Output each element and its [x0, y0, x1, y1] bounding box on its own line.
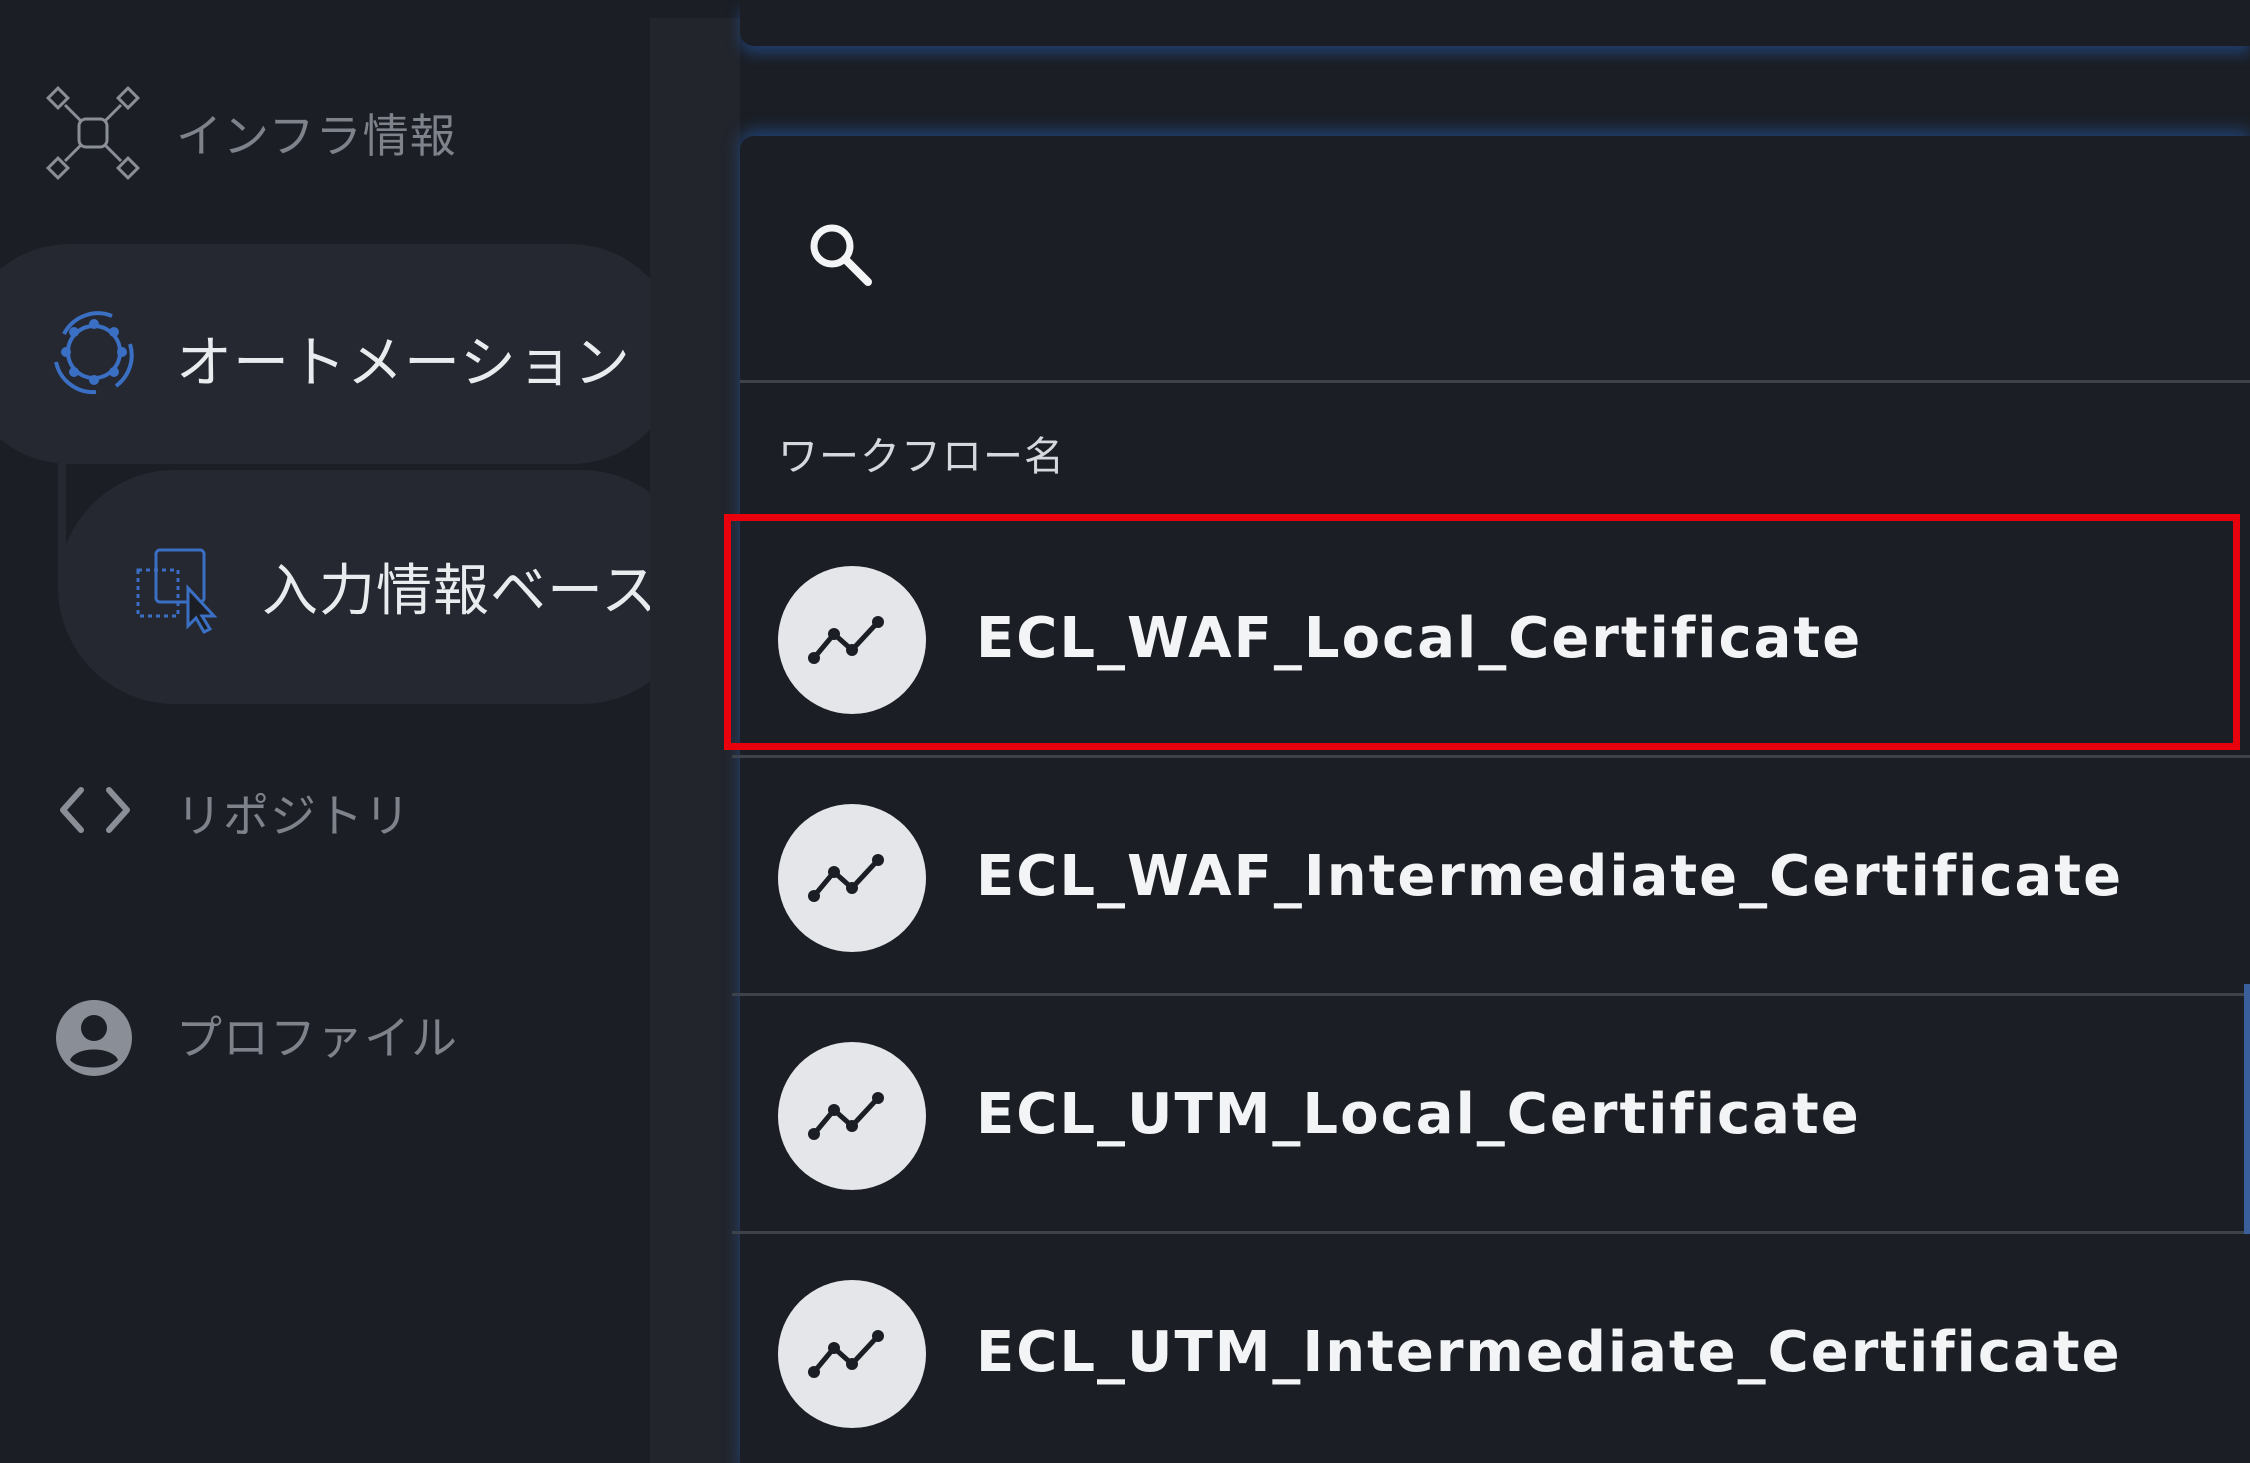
automation-gear-icon: [54, 311, 134, 395]
sidebar-item-label: オートメーション: [176, 331, 631, 396]
sidebar-item-automation[interactable]: オートメーション: [0, 270, 650, 430]
scrollbar-thumb[interactable]: [2244, 984, 2250, 1234]
sidebar-item-input-info-base[interactable]: 入力情報ベース: [60, 500, 650, 680]
workflow-row[interactable]: ECL_UTM_Local_Certificate: [732, 996, 2250, 1234]
app-root: インフラ情報 オートメーション 入力情報ベース リポジトリ プロファイル ワーク…: [0, 0, 2250, 1463]
workflow-row[interactable]: ECL_UTM_Intermediate_Certificate: [732, 1234, 2250, 1463]
workflow-name: ECL_UTM_Local_Certificate: [976, 1082, 1861, 1147]
column-header-workflow-name: ワークフロー名: [778, 434, 1065, 480]
sidebar-item-label: インフラ情報: [176, 109, 457, 163]
trend-line-icon: [808, 1330, 884, 1378]
workflow-avatar: [778, 1042, 926, 1190]
sidebar: インフラ情報 オートメーション 入力情報ベース リポジトリ プロファイル: [0, 0, 650, 1463]
trend-line-icon: [808, 1092, 884, 1140]
sidebar-item-repository[interactable]: リポジトリ: [0, 740, 650, 880]
sidebar-item-label: 入力情報ベース: [262, 559, 650, 624]
sidebar-item-label: プロファイル: [176, 1011, 458, 1065]
sidebar-item-infra[interactable]: インフラ情報: [0, 60, 650, 200]
workflow-row[interactable]: ECL_WAF_Intermediate_Certificate: [732, 758, 2250, 996]
sidebar-item-label: リポジトリ: [176, 789, 411, 843]
account-circle-icon: [56, 1000, 132, 1076]
workflow-name: ECL_WAF_Intermediate_Certificate: [976, 844, 2124, 909]
search-icon[interactable]: [806, 220, 876, 290]
content-gutter: [650, 18, 740, 1463]
top-card: [740, 0, 2250, 46]
trend-line-icon: [808, 854, 884, 902]
network-nodes-icon: [45, 85, 141, 181]
workflow-avatar: [778, 804, 926, 952]
workflow-name: ECL_UTM_Intermediate_Certificate: [976, 1320, 2122, 1385]
trend-line-icon: [808, 616, 884, 664]
workflow-avatar: [778, 1280, 926, 1428]
input-cursor-icon: [136, 548, 218, 634]
workflow-row[interactable]: ECL_WAF_Local_Certificate: [732, 520, 2250, 758]
workflow-name: ECL_WAF_Local_Certificate: [976, 606, 1863, 671]
search-input[interactable]: [900, 215, 2204, 297]
sidebar-item-profile[interactable]: プロファイル: [0, 964, 650, 1104]
workflow-avatar: [778, 566, 926, 714]
code-brackets-icon: [60, 787, 130, 833]
